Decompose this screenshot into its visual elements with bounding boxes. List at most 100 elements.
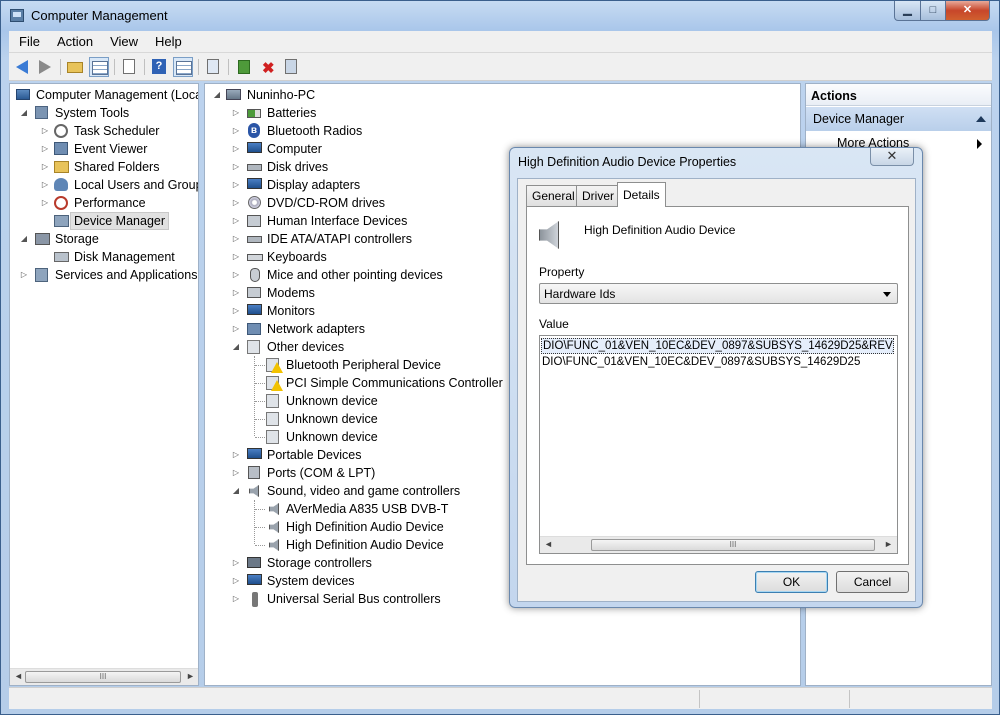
update-driver-icon[interactable] bbox=[235, 57, 255, 77]
collapse-icon[interactable]: ◢ bbox=[212, 90, 222, 100]
dialog-close-button[interactable]: ✕ bbox=[870, 148, 914, 166]
device-name: High Definition Audio Device bbox=[584, 223, 736, 237]
monitor-icon bbox=[247, 304, 262, 315]
expand-icon[interactable]: ▷ bbox=[231, 108, 241, 118]
device-manager-icon bbox=[54, 215, 69, 227]
expand-icon[interactable]: ▷ bbox=[231, 450, 241, 460]
battery-icon bbox=[247, 109, 261, 118]
dialog-title: High Definition Audio Device Properties bbox=[518, 155, 737, 169]
actions-section-device-manager[interactable]: Device Manager bbox=[806, 107, 991, 131]
scroll-left-icon[interactable]: ◄ bbox=[14, 671, 23, 681]
maximize-button[interactable]: □ bbox=[920, 1, 946, 21]
details-panel: High Definition Audio Device Property Ha… bbox=[526, 206, 909, 565]
performance-icon bbox=[54, 196, 68, 210]
scroll-thumb[interactable]: III bbox=[591, 539, 875, 551]
keyboard-icon bbox=[247, 254, 263, 261]
users-icon bbox=[54, 178, 68, 191]
display-adapter-icon bbox=[247, 178, 262, 189]
expand-icon[interactable]: ▷ bbox=[40, 162, 50, 172]
dialog-body: General Driver Details High Definition A… bbox=[517, 178, 916, 602]
collapse-icon[interactable]: ◢ bbox=[19, 108, 29, 118]
expand-icon[interactable]: ▷ bbox=[231, 144, 241, 154]
expand-icon[interactable]: ▷ bbox=[231, 162, 241, 172]
status-bar bbox=[9, 687, 992, 709]
menu-action[interactable]: Action bbox=[47, 31, 100, 53]
ok-button[interactable]: OK bbox=[755, 571, 828, 593]
speaker-icon bbox=[269, 539, 279, 551]
collapse-up-icon[interactable] bbox=[976, 116, 986, 122]
speaker-icon bbox=[539, 221, 559, 249]
scroll-thumb[interactable]: III bbox=[25, 671, 181, 683]
collapse-icon[interactable]: ◢ bbox=[231, 342, 241, 352]
expand-icon[interactable]: ▷ bbox=[231, 126, 241, 136]
help-icon[interactable]: ? bbox=[149, 57, 169, 77]
speaker-icon bbox=[269, 521, 279, 533]
expand-icon[interactable]: ▷ bbox=[231, 594, 241, 604]
menu-file[interactable]: File bbox=[9, 31, 47, 53]
expand-icon[interactable]: ▷ bbox=[40, 180, 50, 190]
list-item[interactable]: DIO\FUNC_01&VEN_10EC&DEV_0897&SUBSYS_146… bbox=[541, 355, 894, 371]
scroll-right-icon[interactable]: ► bbox=[186, 671, 195, 681]
menu-view[interactable]: View bbox=[100, 31, 145, 53]
expand-icon[interactable]: ▷ bbox=[40, 198, 50, 208]
minimize-button[interactable]: ▁ bbox=[894, 1, 921, 21]
scroll-right-icon[interactable]: ► bbox=[884, 539, 893, 549]
properties-icon[interactable] bbox=[119, 57, 139, 77]
expand-icon[interactable]: ▷ bbox=[231, 270, 241, 280]
expand-icon[interactable]: ▷ bbox=[231, 576, 241, 586]
property-select-value: Hardware Ids bbox=[544, 287, 616, 301]
modem-icon bbox=[247, 287, 261, 298]
menu-help[interactable]: Help bbox=[145, 31, 189, 53]
event-viewer-icon bbox=[54, 142, 68, 155]
expand-icon[interactable]: ▷ bbox=[40, 144, 50, 154]
expand-icon[interactable]: ▷ bbox=[231, 180, 241, 190]
expand-icon[interactable]: ▷ bbox=[231, 324, 241, 334]
show-hide-action-pane-icon[interactable] bbox=[173, 57, 193, 77]
expand-icon[interactable]: ▷ bbox=[40, 126, 50, 136]
expand-icon[interactable]: ▷ bbox=[19, 270, 29, 280]
hid-icon bbox=[247, 215, 261, 227]
speaker-icon bbox=[269, 503, 279, 515]
actions-section-label: Device Manager bbox=[813, 112, 905, 126]
uninstall-icon[interactable]: ✖ bbox=[259, 57, 279, 77]
value-list[interactable]: DIO\FUNC_01&VEN_10EC&DEV_0897&SUBSYS_146… bbox=[539, 335, 898, 554]
title-bar[interactable]: Computer Management ▁ □ ✕ bbox=[1, 1, 1000, 31]
tab-driver[interactable]: Driver bbox=[576, 185, 620, 206]
warning-icon bbox=[271, 362, 283, 373]
forward-icon[interactable] bbox=[35, 57, 55, 77]
disk-icon bbox=[54, 252, 69, 262]
expand-icon[interactable]: ▷ bbox=[231, 234, 241, 244]
list-item[interactable]: DIO\FUNC_01&VEN_10EC&DEV_0897&SUBSYS_146… bbox=[541, 338, 894, 354]
tab-details[interactable]: Details bbox=[617, 182, 666, 207]
unknown-device-icon bbox=[266, 412, 279, 426]
navigation-tree[interactable]: Computer Management (Local ◢ System Tool… bbox=[9, 83, 199, 686]
computer-management-window: Computer Management ▁ □ ✕ File Action View… bbox=[0, 0, 1000, 715]
scroll-left-icon[interactable]: ◄ bbox=[544, 539, 553, 549]
cancel-button[interactable]: Cancel bbox=[836, 571, 909, 593]
value-horizontal-scrollbar[interactable]: ◄ III ► bbox=[540, 536, 897, 553]
expand-icon[interactable]: ▷ bbox=[231, 288, 241, 298]
expand-icon[interactable]: ▷ bbox=[231, 558, 241, 568]
property-select[interactable]: Hardware Ids bbox=[539, 283, 898, 304]
window-title: Computer Management bbox=[31, 8, 168, 23]
collapse-icon[interactable]: ◢ bbox=[231, 486, 241, 496]
collapse-icon[interactable]: ◢ bbox=[19, 234, 29, 244]
scan-hardware-icon[interactable] bbox=[203, 57, 223, 77]
unknown-device-icon bbox=[247, 340, 260, 354]
left-horizontal-scrollbar[interactable]: ◄ III ► bbox=[10, 668, 198, 685]
up-folder-icon[interactable] bbox=[65, 57, 85, 77]
expand-icon[interactable]: ▷ bbox=[231, 468, 241, 478]
show-hide-tree-icon[interactable] bbox=[89, 57, 109, 77]
disable-icon[interactable] bbox=[281, 57, 301, 77]
expand-icon[interactable]: ▷ bbox=[231, 216, 241, 226]
tab-general[interactable]: General bbox=[526, 185, 581, 206]
expand-icon[interactable]: ▷ bbox=[231, 198, 241, 208]
network-adapter-icon bbox=[247, 323, 261, 335]
shared-folder-icon bbox=[54, 161, 69, 173]
properties-dialog: High Definition Audio Device Properties … bbox=[509, 147, 923, 608]
back-icon[interactable] bbox=[13, 57, 33, 77]
close-button[interactable]: ✕ bbox=[945, 1, 990, 21]
mouse-icon bbox=[250, 268, 260, 282]
expand-icon[interactable]: ▷ bbox=[231, 306, 241, 316]
expand-icon[interactable]: ▷ bbox=[231, 252, 241, 262]
